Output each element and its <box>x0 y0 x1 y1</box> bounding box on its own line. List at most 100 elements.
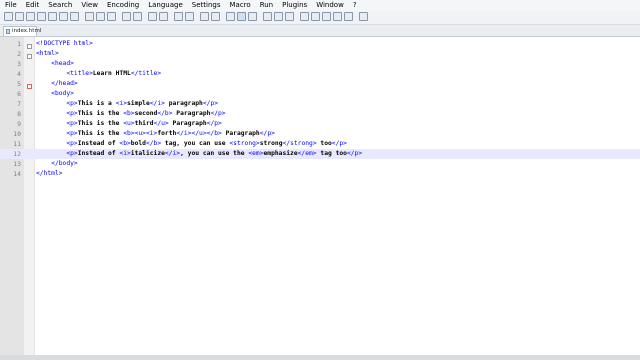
code-line[interactable]: 12 <p>Instead of <i>italicize</i>, you c… <box>0 149 640 159</box>
fold-toggle-html-icon[interactable] <box>27 44 32 49</box>
print-icon[interactable] <box>70 12 79 21</box>
html-tag-token: </p> <box>202 100 219 107</box>
html-tag-token: <!DOCTYPE html> <box>36 40 93 47</box>
html-tag-token: </p> <box>259 130 275 137</box>
code-text: <head> <box>36 59 74 69</box>
line-number: 13 <box>13 160 21 168</box>
code-line[interactable]: 5 </head> <box>0 79 640 89</box>
html-tag-token: </title> <box>130 70 162 77</box>
code-line[interactable]: 8 <p>This is the <b>second</b> Paragraph… <box>0 109 640 119</box>
save-icon[interactable] <box>26 12 35 21</box>
indent-guide-icon[interactable] <box>248 12 257 21</box>
copy-icon[interactable] <box>96 12 105 21</box>
tab-index-html[interactable]: index.html <box>3 26 41 36</box>
text-token: emphasize <box>263 150 298 157</box>
code-editor[interactable]: 1 <!DOCTYPE html> 2 <html> 3 <head> 4 <title>… <box>0 37 640 355</box>
replace-icon[interactable] <box>159 12 168 21</box>
document-map-icon[interactable] <box>263 12 272 21</box>
text-token: , you can use the <box>180 150 249 157</box>
text-token: This is the <box>77 120 124 127</box>
code-line[interactable]: 14 </html> <box>0 169 640 179</box>
text-token: Instead of <box>77 150 120 157</box>
menu-settings[interactable]: Settings <box>192 0 221 11</box>
code-text: <title>Learn HTML</title> <box>36 69 161 79</box>
html-tag-token: <p> <box>66 110 78 117</box>
html-tag-token: <p> <box>66 100 78 107</box>
plugin-icon[interactable] <box>359 12 368 21</box>
code-line[interactable]: 2 <html> <box>0 49 640 59</box>
menu-macro[interactable]: Macro <box>230 0 251 11</box>
close-all-icon[interactable] <box>59 12 68 21</box>
find-icon[interactable] <box>148 12 157 21</box>
text-token: italicize <box>130 150 165 157</box>
word-wrap-icon[interactable] <box>226 12 235 21</box>
text-token: bold <box>130 140 146 147</box>
text-token: This is the <box>77 110 124 117</box>
code-line[interactable]: 7 <p>This is a <i>simple</i> paragraph</… <box>0 99 640 109</box>
run-macro-multiple-icon[interactable] <box>333 12 342 21</box>
file-icon <box>6 29 10 34</box>
html-tag-token: <title> <box>66 70 93 77</box>
menu-search[interactable]: Search <box>48 0 72 11</box>
sync-scroll-horizontal-icon[interactable] <box>211 12 220 21</box>
menu-plugins[interactable]: Plugins <box>282 0 307 11</box>
show-all-characters-icon[interactable] <box>237 12 246 21</box>
html-tag-token: <body> <box>51 90 74 97</box>
tab-bar: index.html <box>0 25 640 37</box>
line-number: 2 <box>17 50 21 58</box>
code-text: </head> <box>36 79 78 89</box>
function-list-icon[interactable] <box>274 12 283 21</box>
code-text: <p>Instead of <i>italicize</i>, you can … <box>36 149 362 159</box>
zoom-out-icon[interactable] <box>185 12 194 21</box>
line-number: 11 <box>13 140 21 148</box>
paste-icon[interactable] <box>107 12 116 21</box>
html-tag-token: </strong> <box>282 140 317 147</box>
code-text: <html> <box>36 49 59 59</box>
open-file-icon[interactable] <box>15 12 24 21</box>
menu-window[interactable]: Window <box>316 0 344 11</box>
code-line[interactable]: 4 <title>Learn HTML</title> <box>0 69 640 79</box>
code-line[interactable]: 9 <p>This is the <u>third</u> Paragraph<… <box>0 119 640 129</box>
redo-icon[interactable] <box>133 12 142 21</box>
html-tag-token: <p> <box>66 150 78 157</box>
line-number: 1 <box>17 40 21 48</box>
code-text: </body> <box>36 159 78 169</box>
close-icon[interactable] <box>48 12 57 21</box>
html-tag-token: <b><u><i> <box>123 130 158 137</box>
code-line[interactable]: 6 <body> <box>0 89 640 99</box>
code-line[interactable]: 10 <p>This is the <b><u><i>forth</i></u>… <box>0 129 640 139</box>
code-line[interactable]: 3 <head> <box>0 59 640 69</box>
stop-macro-icon[interactable] <box>311 12 320 21</box>
line-number: 5 <box>17 80 21 88</box>
menu-language[interactable]: Language <box>148 0 183 11</box>
code-line[interactable]: 13 </body> <box>0 159 640 169</box>
record-macro-icon[interactable] <box>300 12 309 21</box>
new-file-icon[interactable] <box>4 12 13 21</box>
fold-toggle-body-icon[interactable] <box>27 84 32 89</box>
save-macro-icon[interactable] <box>344 12 353 21</box>
zoom-in-icon[interactable] <box>174 12 183 21</box>
code-text: <body> <box>36 89 74 99</box>
sync-scroll-vertical-icon[interactable] <box>200 12 209 21</box>
fold-toggle-head-icon[interactable] <box>27 54 32 59</box>
menu-edit[interactable]: Edit <box>26 0 40 11</box>
folder-workspace-icon[interactable] <box>285 12 294 21</box>
menu-run[interactable]: Run <box>260 0 273 11</box>
menu-encoding[interactable]: Encoding <box>107 0 139 11</box>
text-token: Paragraph <box>172 110 211 117</box>
code-line[interactable]: 1 <!DOCTYPE html> <box>0 39 640 49</box>
undo-icon[interactable] <box>122 12 131 21</box>
menu-view[interactable]: View <box>81 0 98 11</box>
menu-file[interactable]: File <box>5 0 17 11</box>
code-text: </html> <box>36 169 63 179</box>
code-line[interactable]: 11 <p>Instead of <b>bold</b> tag, you ca… <box>0 139 640 149</box>
play-macro-icon[interactable] <box>322 12 331 21</box>
save-all-icon[interactable] <box>37 12 46 21</box>
menu-help[interactable]: ? <box>353 0 357 11</box>
text-token: Learn HTML <box>92 70 131 77</box>
cut-icon[interactable] <box>85 12 94 21</box>
